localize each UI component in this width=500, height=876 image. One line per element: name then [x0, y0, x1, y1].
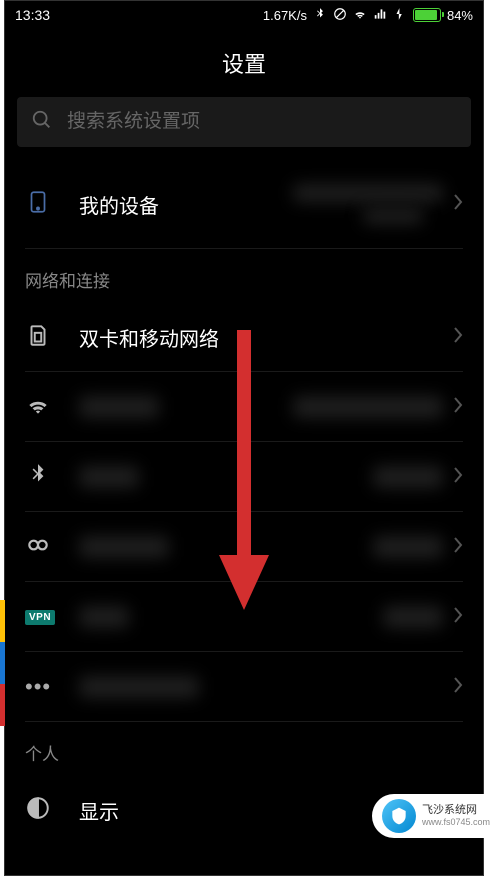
- battery-percent: 84%: [447, 8, 473, 23]
- list-item-my-device[interactable]: 我的设备: [5, 159, 483, 249]
- section-personal: 个人: [5, 722, 483, 775]
- search-bar[interactable]: [17, 97, 471, 147]
- vpn-icon: VPN: [25, 610, 55, 625]
- status-bar: 13:33 1.67K/s 84%: [5, 1, 483, 29]
- section-network: 网络和连接: [5, 249, 483, 302]
- list-item-sim[interactable]: 双卡和移动网络: [5, 302, 483, 372]
- watermark-url: www.fs0745.com: [422, 817, 490, 828]
- sim-label: 双卡和移动网络: [79, 323, 453, 352]
- device-icon: [25, 189, 51, 220]
- network-speed: 1.67K/s: [263, 8, 307, 23]
- chevron-right-icon: [453, 193, 463, 216]
- list-item-hotspot[interactable]: [5, 512, 483, 582]
- chevron-right-icon: [453, 396, 463, 419]
- signal-icon: [373, 7, 387, 24]
- list-item-more[interactable]: •••: [5, 652, 483, 722]
- list-item-wifi[interactable]: [5, 372, 483, 442]
- watermark-title: 飞沙系统网: [422, 804, 490, 817]
- list-item-bluetooth[interactable]: [5, 442, 483, 512]
- sim-icon: [25, 322, 51, 353]
- search-icon: [31, 109, 53, 136]
- list-item-vpn[interactable]: VPN: [5, 582, 483, 652]
- more-icon: •••: [25, 674, 51, 700]
- chevron-right-icon: [453, 536, 463, 559]
- page-title: 设置: [5, 29, 483, 97]
- display-icon: [25, 795, 51, 826]
- watermark: 飞沙系统网 www.fs0745.com: [372, 794, 496, 838]
- dnd-icon: [333, 7, 347, 24]
- chevron-right-icon: [453, 676, 463, 699]
- status-time: 13:33: [15, 7, 263, 23]
- bluetooth-icon: [25, 462, 51, 493]
- wifi-icon: [25, 392, 51, 423]
- bluetooth-icon: [313, 7, 327, 24]
- chevron-right-icon: [453, 326, 463, 349]
- wifi-icon: [353, 7, 367, 24]
- charging-icon: [393, 7, 407, 24]
- chevron-right-icon: [453, 606, 463, 629]
- chevron-right-icon: [453, 466, 463, 489]
- battery-icon: [413, 8, 441, 22]
- watermark-logo-icon: [382, 799, 416, 833]
- device-label: 我的设备: [79, 190, 293, 219]
- search-input[interactable]: [67, 111, 457, 133]
- hotspot-icon: [25, 532, 51, 563]
